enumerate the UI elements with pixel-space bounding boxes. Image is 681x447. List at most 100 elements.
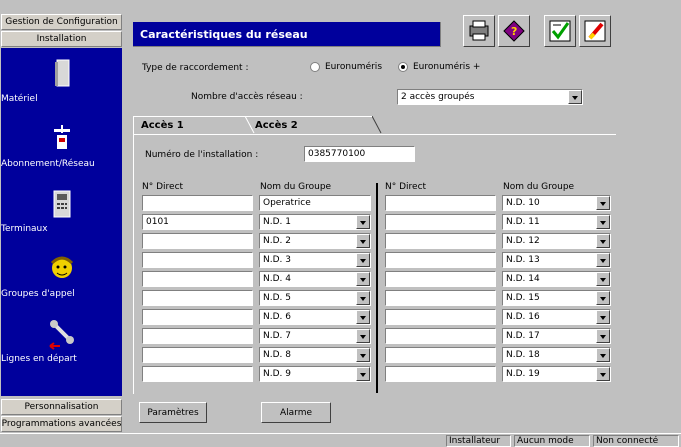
phone-icon <box>53 190 70 218</box>
direct-number-field[interactable] <box>142 252 253 268</box>
printer-icon <box>469 20 489 41</box>
chevron-down-icon[interactable] <box>356 253 370 267</box>
direct-number-field[interactable] <box>385 290 496 306</box>
chevron-down-icon[interactable] <box>356 329 370 343</box>
col-header-direct-left: N° Direct <box>142 182 184 192</box>
direct-number-field[interactable] <box>385 252 496 268</box>
edit-button[interactable] <box>579 15 611 47</box>
group-select[interactable]: N.D. 10 <box>502 195 611 211</box>
installation-number-field[interactable]: 0385770100 <box>304 146 415 162</box>
chevron-down-icon[interactable] <box>356 310 370 324</box>
sidebar-item-materiel[interactable]: Matériel <box>1 58 122 104</box>
group-select[interactable]: N.D. 15 <box>502 290 611 306</box>
chevron-down-icon[interactable] <box>568 90 582 104</box>
chevron-down-icon[interactable] <box>596 272 610 286</box>
tab-acces-1[interactable]: Accès 1 <box>133 116 248 134</box>
direct-number-field[interactable] <box>385 328 496 344</box>
direct-number-field[interactable] <box>142 233 253 249</box>
outgoing-line-icon <box>48 320 74 350</box>
direct-number-field[interactable] <box>385 195 496 211</box>
direct-number-field[interactable] <box>385 271 496 287</box>
checklist-button[interactable] <box>544 15 576 47</box>
chevron-down-icon[interactable] <box>356 215 370 229</box>
chevron-down-icon[interactable] <box>596 196 610 210</box>
group-name-field[interactable]: Operatrice <box>259 195 371 211</box>
group-value: N.D. 11 <box>506 217 540 227</box>
group-select[interactable]: N.D. 3 <box>259 252 371 268</box>
group-select[interactable]: N.D. 19 <box>502 366 611 382</box>
chevron-down-icon[interactable] <box>596 329 610 343</box>
direct-number-field[interactable] <box>142 347 253 363</box>
chevron-down-icon[interactable] <box>596 348 610 362</box>
sidebar-item-abonnement[interactable]: Abonnement/Réseau <box>1 123 122 169</box>
group-select[interactable]: N.D. 4 <box>259 271 371 287</box>
group-select[interactable]: N.D. 16 <box>502 309 611 325</box>
group-select[interactable]: N.D. 14 <box>502 271 611 287</box>
chevron-down-icon[interactable] <box>596 253 610 267</box>
group-value: N.D. 7 <box>263 331 291 341</box>
group-select[interactable]: N.D. 12 <box>502 233 611 249</box>
col-header-group-right: Nom du Groupe <box>503 182 575 192</box>
tab-acces-2[interactable]: Accès 2 <box>248 116 372 134</box>
direct-number-field[interactable] <box>142 328 253 344</box>
chevron-down-icon[interactable] <box>356 348 370 362</box>
chevron-down-icon[interactable] <box>356 367 370 381</box>
group-select[interactable]: N.D. 7 <box>259 328 371 344</box>
main-content: Caractéristiques du réseau ? Type de rac… <box>124 0 681 433</box>
group-select[interactable]: N.D. 13 <box>502 252 611 268</box>
group-select[interactable]: N.D. 1 <box>259 214 371 230</box>
group-value: N.D. 1 <box>263 217 291 227</box>
radio-circle[interactable] <box>310 62 320 72</box>
chevron-down-icon[interactable] <box>596 367 610 381</box>
direct-number-field[interactable] <box>385 347 496 363</box>
help-button[interactable]: ? <box>498 15 530 47</box>
direct-number-field[interactable] <box>142 309 253 325</box>
group-select[interactable]: N.D. 5 <box>259 290 371 306</box>
direct-number-field[interactable] <box>142 195 253 211</box>
sidebar-personnalisation-button[interactable]: Personnalisation <box>1 399 122 415</box>
radio-label: Euronuméris + <box>413 62 481 72</box>
direct-number-field[interactable] <box>142 290 253 306</box>
direct-number-field[interactable] <box>385 366 496 382</box>
group-select[interactable]: N.D. 6 <box>259 309 371 325</box>
direct-number-field[interactable] <box>142 271 253 287</box>
radio-euronumeris-plus[interactable]: Euronuméris + <box>398 62 480 72</box>
group-icon <box>50 256 73 278</box>
sidebar-item-lignes[interactable]: Lignes en départ <box>1 318 122 364</box>
radio-euronumeris[interactable]: Euronuméris <box>310 62 382 72</box>
parametres-button[interactable]: Paramètres <box>139 402 207 423</box>
group-select[interactable]: N.D. 9 <box>259 366 371 382</box>
chevron-down-icon[interactable] <box>596 291 610 305</box>
printer-button[interactable] <box>463 15 495 47</box>
chevron-down-icon[interactable] <box>596 234 610 248</box>
group-select[interactable]: N.D. 8 <box>259 347 371 363</box>
tab-edge <box>245 116 255 134</box>
direct-number-field[interactable] <box>385 309 496 325</box>
chevron-down-icon[interactable] <box>356 291 370 305</box>
sidebar-gestion-configuration-button[interactable]: Gestion de Configuration <box>1 14 122 30</box>
sidebar-item-terminaux[interactable]: Terminaux <box>1 188 122 234</box>
direct-number-field[interactable] <box>142 366 253 382</box>
chevron-down-icon[interactable] <box>596 310 610 324</box>
group-select[interactable]: N.D. 18 <box>502 347 611 363</box>
direct-number-field[interactable]: 0101 <box>142 214 253 230</box>
chevron-down-icon[interactable] <box>596 215 610 229</box>
sidebar-item-label: Terminaux <box>1 224 48 234</box>
group-select[interactable]: N.D. 17 <box>502 328 611 344</box>
group-select[interactable]: N.D. 2 <box>259 233 371 249</box>
group-value: N.D. 18 <box>506 350 540 360</box>
group-value: N.D. 13 <box>506 255 540 265</box>
sidebar-item-groupes[interactable]: Groupes d'appel <box>1 253 122 299</box>
group-value: N.D. 14 <box>506 274 540 284</box>
chevron-down-icon[interactable] <box>356 272 370 286</box>
nb-acces-select[interactable]: 2 accès groupés <box>397 89 583 105</box>
direct-number-field[interactable] <box>385 233 496 249</box>
radio-circle-selected[interactable] <box>398 62 408 72</box>
direct-number-field[interactable] <box>385 214 496 230</box>
chevron-down-icon[interactable] <box>356 234 370 248</box>
sidebar-installation-button[interactable]: Installation <box>1 31 122 47</box>
sidebar-programmations-avancees-button[interactable]: Programmations avancées <box>1 416 122 432</box>
status-user: Installateur <box>446 435 511 447</box>
group-select[interactable]: N.D. 11 <box>502 214 611 230</box>
alarme-button[interactable]: Alarme <box>261 402 331 423</box>
